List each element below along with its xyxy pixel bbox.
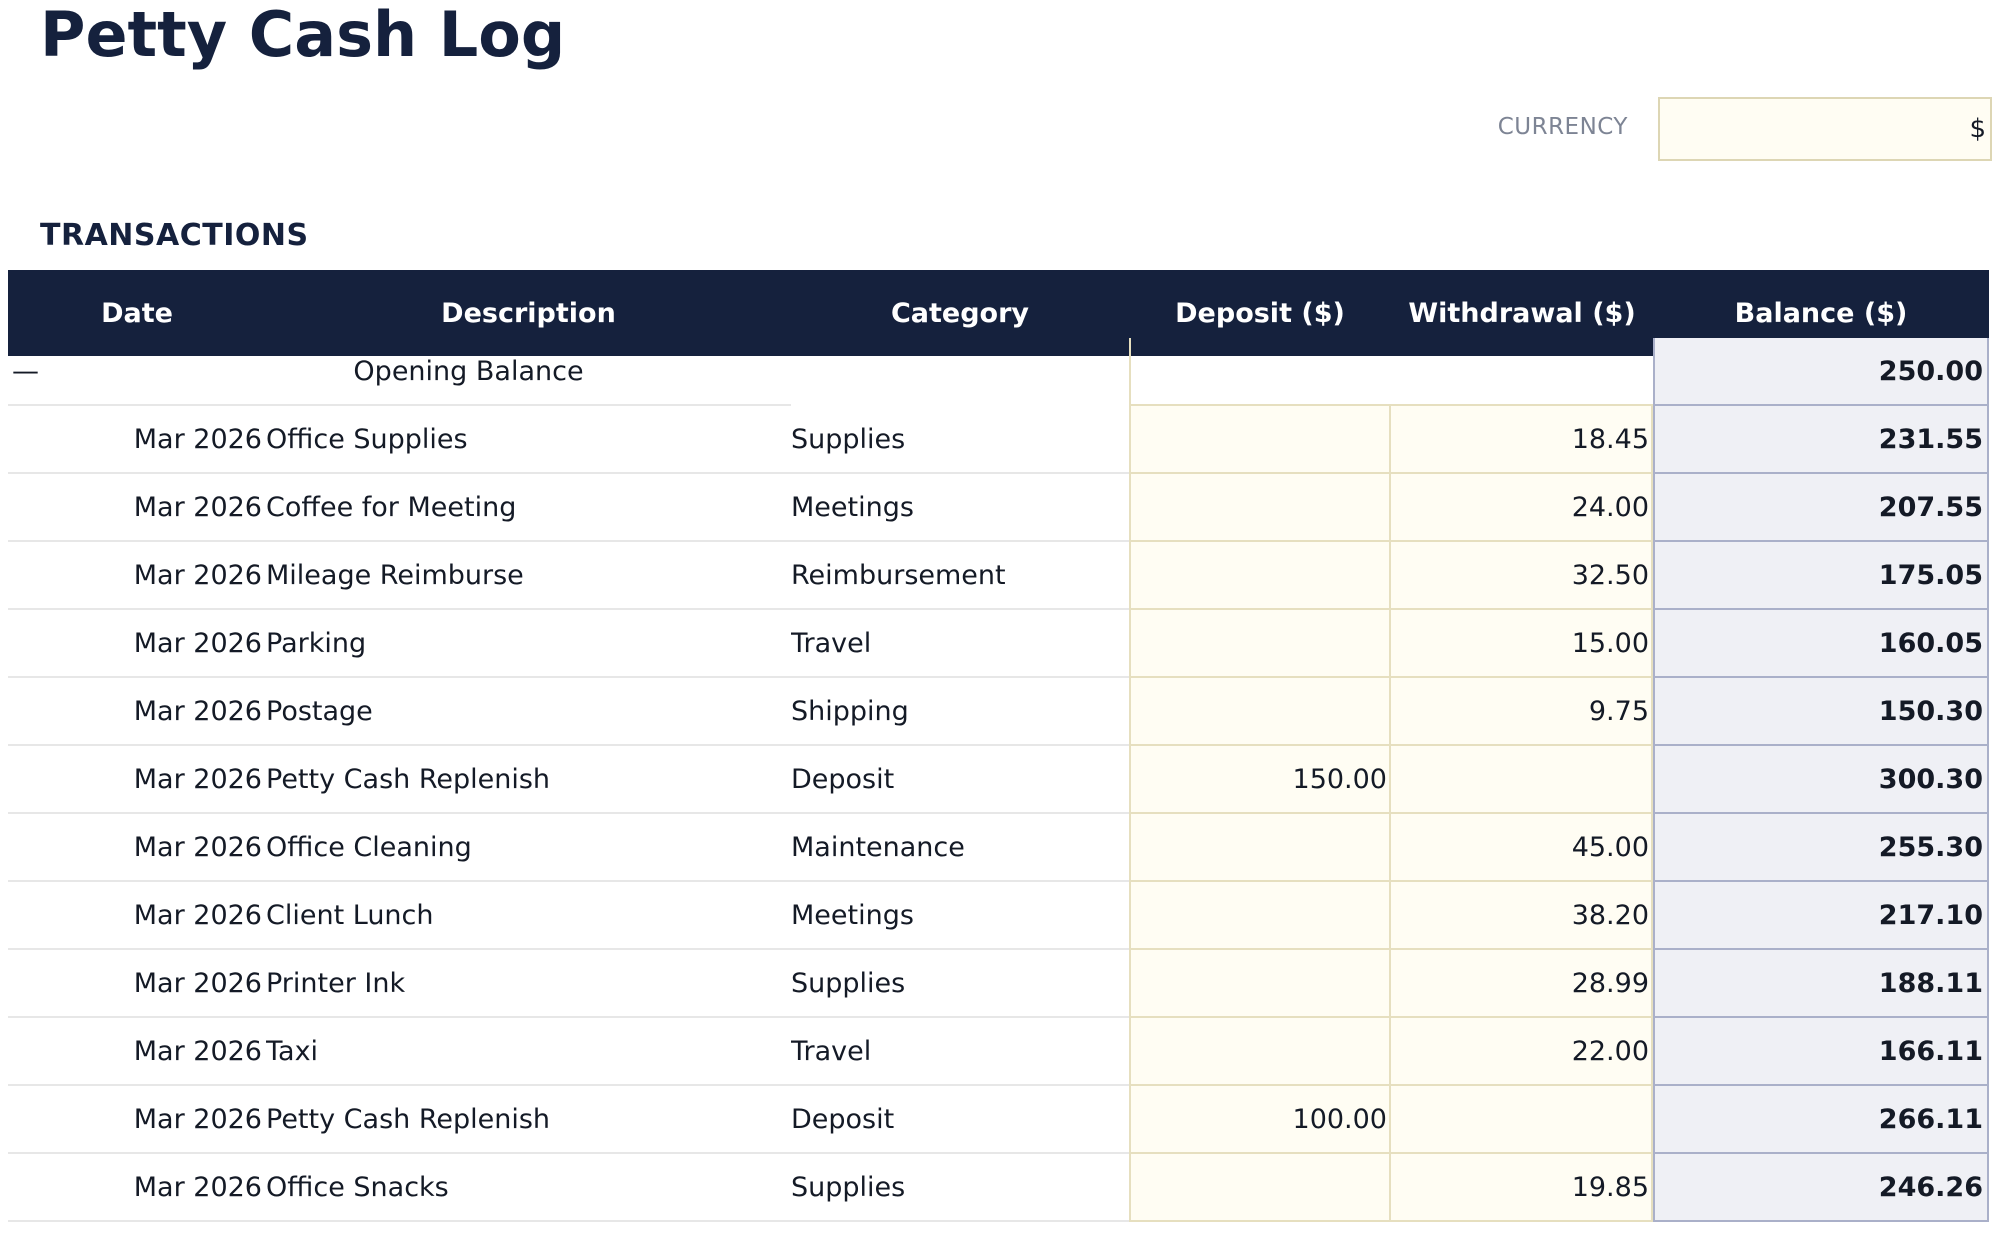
date-cell: Mar 2026: [8, 406, 266, 474]
withdrawal-cell[interactable]: [1391, 1086, 1653, 1154]
description-cell: Office Snacks: [266, 1154, 791, 1222]
withdrawal-cell[interactable]: 15.00: [1391, 610, 1653, 678]
deposit-cell[interactable]: [1129, 610, 1391, 678]
opening-deposit-cell: [1129, 338, 1391, 406]
description-cell: Taxi: [266, 1018, 791, 1086]
balance-cell: 231.55: [1653, 406, 1989, 474]
date-cell: Mar 2026: [8, 1018, 266, 1086]
balance-cell: 255.30: [1653, 814, 1989, 882]
description-cell: Coffee for Meeting: [266, 474, 791, 542]
balance-cell: 175.05: [1653, 542, 1989, 610]
transactions-table: Date Description Category Deposit ($) Wi…: [8, 270, 1996, 1222]
deposit-cell[interactable]: [1129, 678, 1391, 746]
category-cell: Deposit: [791, 1086, 1129, 1154]
category-cell: Supplies: [791, 1154, 1129, 1222]
withdrawal-cell[interactable]: 32.50: [1391, 542, 1653, 610]
date-cell: Mar 2026: [8, 678, 266, 746]
withdrawal-cell[interactable]: 28.99: [1391, 950, 1653, 1018]
section-title: TRANSACTIONS: [40, 218, 309, 253]
withdrawal-cell[interactable]: 38.20: [1391, 882, 1653, 950]
deposit-cell[interactable]: 150.00: [1129, 746, 1391, 814]
category-cell: Meetings: [791, 474, 1129, 542]
opening-category-cell: [791, 338, 1129, 406]
date-cell: Mar 2026: [8, 950, 266, 1018]
deposit-cell[interactable]: [1129, 814, 1391, 882]
date-cell: Mar 2026: [8, 882, 266, 950]
date-cell: Mar 2026: [8, 1086, 266, 1154]
balance-cell: 160.05: [1653, 610, 1989, 678]
balance-cell: 166.11: [1653, 1018, 1989, 1086]
withdrawal-cell[interactable]: [1391, 746, 1653, 814]
date-cell: Mar 2026: [8, 814, 266, 882]
withdrawal-cell[interactable]: 24.00: [1391, 474, 1653, 542]
category-cell: Supplies: [791, 950, 1129, 1018]
category-cell: Meetings: [791, 882, 1129, 950]
description-cell: Parking: [266, 610, 791, 678]
withdrawal-cell[interactable]: 18.45: [1391, 406, 1653, 474]
description-cell: Mileage Reimburse: [266, 542, 791, 610]
balance-cell: 188.11: [1653, 950, 1989, 1018]
opening-date-cell: —: [8, 338, 266, 406]
description-cell: Petty Cash Replenish: [266, 746, 791, 814]
opening-withdrawal-cell: [1391, 338, 1653, 406]
category-cell: Maintenance: [791, 814, 1129, 882]
description-cell: Office Cleaning: [266, 814, 791, 882]
category-cell: Reimbursement: [791, 542, 1129, 610]
balance-cell: 217.10: [1653, 882, 1989, 950]
category-cell: Deposit: [791, 746, 1129, 814]
balance-cell: 300.30: [1653, 746, 1989, 814]
page-title: Petty Cash Log: [40, 0, 566, 71]
deposit-cell[interactable]: [1129, 542, 1391, 610]
balance-cell: 150.30: [1653, 678, 1989, 746]
deposit-cell[interactable]: 100.00: [1129, 1086, 1391, 1154]
date-cell: Mar 2026: [8, 1154, 266, 1222]
currency-label: CURRENCY: [1497, 114, 1628, 140]
description-cell: Petty Cash Replenish: [266, 1086, 791, 1154]
category-cell: Shipping: [791, 678, 1129, 746]
date-cell: Mar 2026: [8, 542, 266, 610]
description-cell: Client Lunch: [266, 882, 791, 950]
deposit-cell[interactable]: [1129, 950, 1391, 1018]
opening-description-cell: Opening Balance: [266, 338, 791, 406]
currency-input[interactable]: [1658, 97, 1992, 161]
deposit-cell[interactable]: [1129, 1018, 1391, 1086]
category-cell: Supplies: [791, 406, 1129, 474]
withdrawal-cell[interactable]: 19.85: [1391, 1154, 1653, 1222]
category-cell: Travel: [791, 610, 1129, 678]
deposit-cell[interactable]: [1129, 882, 1391, 950]
withdrawal-cell[interactable]: 45.00: [1391, 814, 1653, 882]
withdrawal-cell[interactable]: 22.00: [1391, 1018, 1653, 1086]
date-cell: Mar 2026: [8, 474, 266, 542]
description-cell: Office Supplies: [266, 406, 791, 474]
withdrawal-cell[interactable]: 9.75: [1391, 678, 1653, 746]
description-cell: Postage: [266, 678, 791, 746]
category-cell: Travel: [791, 1018, 1129, 1086]
description-cell: Printer Ink: [266, 950, 791, 1018]
balance-cell: 266.11: [1653, 1086, 1989, 1154]
balance-cell: 246.26: [1653, 1154, 1989, 1222]
balance-cell: 207.55: [1653, 474, 1989, 542]
deposit-cell[interactable]: [1129, 1154, 1391, 1222]
opening-balance-cell: 250.00: [1653, 338, 1989, 406]
date-cell: Mar 2026: [8, 746, 266, 814]
deposit-cell[interactable]: [1129, 406, 1391, 474]
deposit-cell[interactable]: [1129, 474, 1391, 542]
date-cell: Mar 2026: [8, 610, 266, 678]
